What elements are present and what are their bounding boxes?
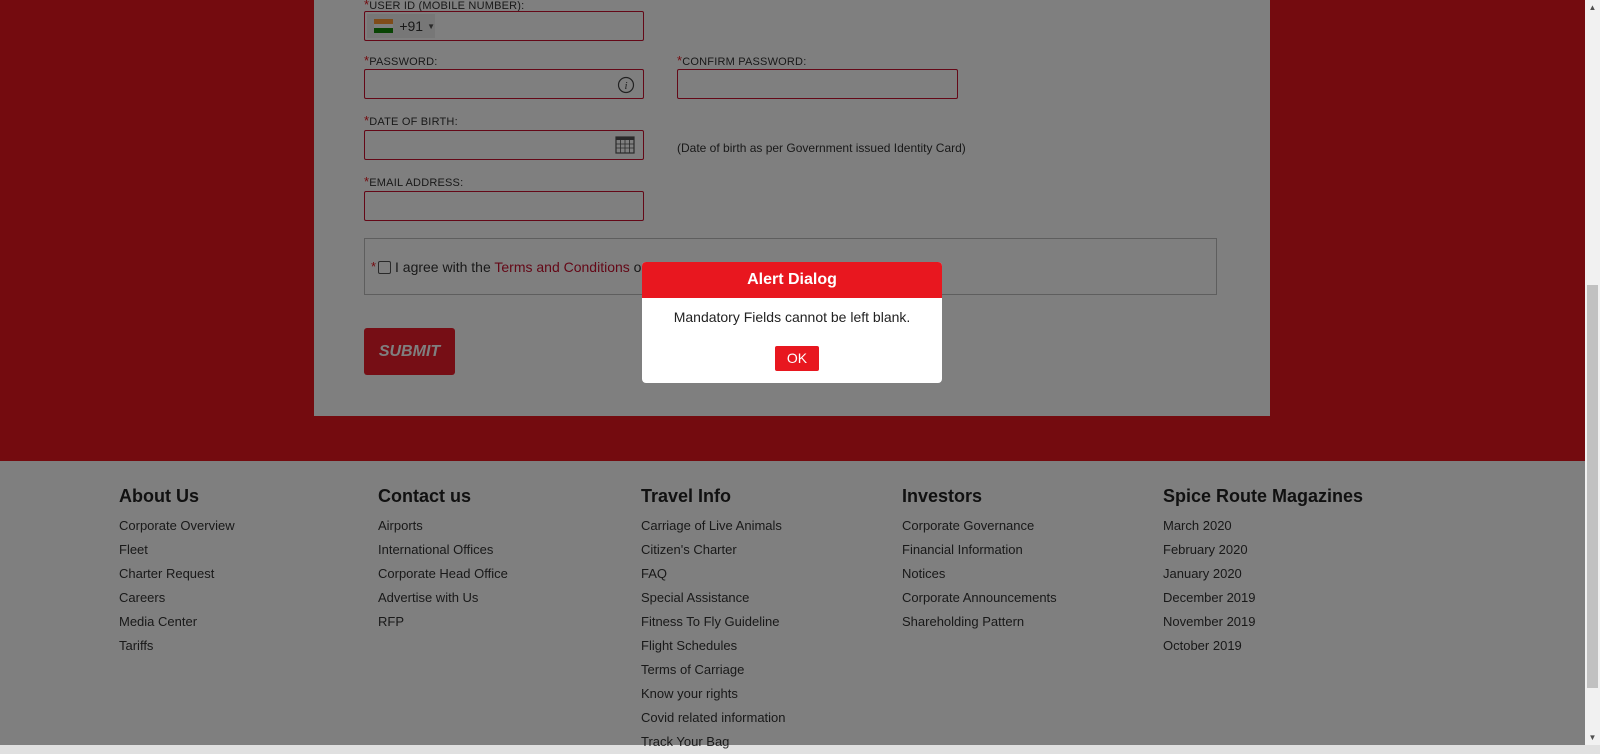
vertical-scrollbar[interactable]: ▲ ▼ (1585, 0, 1600, 745)
scroll-down-arrow-icon[interactable]: ▼ (1585, 730, 1600, 745)
dialog-title: Alert Dialog (642, 262, 942, 298)
alert-dialog: Alert Dialog Mandatory Fields cannot be … (642, 262, 942, 383)
ok-button[interactable]: OK (775, 346, 819, 371)
scrollbar-thumb[interactable] (1587, 285, 1598, 688)
dialog-message: Mandatory Fields cannot be left blank. (673, 309, 911, 325)
scroll-up-arrow-icon[interactable]: ▲ (1585, 0, 1600, 15)
